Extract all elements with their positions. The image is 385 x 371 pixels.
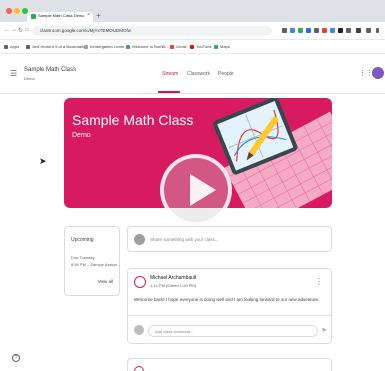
video-play-button[interactable] <box>160 154 232 226</box>
class-comment-input[interactable]: Add class comment... <box>148 325 318 337</box>
forward-icon[interactable]: → <box>11 27 17 33</box>
bookmark-item[interactable]: Welcome to BurNit... <box>126 44 169 49</box>
class-section: Demo <box>24 76 35 81</box>
bookmark-apps[interactable]: Apps <box>4 44 19 49</box>
class-name[interactable]: Sample Math Class <box>24 67 76 73</box>
url-input[interactable]: classroom.google.com/c/MjYxTEMOUDMOfw <box>32 26 272 36</box>
main-menu-icon[interactable]: ☰ <box>10 69 17 78</box>
classroom-header: ☰ Sample Math Class Demo Stream Classwor… <box>0 54 385 94</box>
author-avatar <box>134 276 146 288</box>
announcement-post: Michael Archambault 1:14 PM (Edited 1:26… <box>127 268 332 344</box>
post-author: Michael Archambault <box>150 275 197 281</box>
send-icon[interactable]: ➤ <box>321 326 327 334</box>
banner-class-title: Sample Math Class <box>72 112 194 128</box>
new-tab-button[interactable]: + <box>96 11 101 20</box>
tab-close-icon[interactable]: × <box>87 12 90 18</box>
post-body: Welcome back! I hope everyone is doing w… <box>134 297 320 302</box>
share-placeholder: Share something with your class... <box>150 237 219 242</box>
bookmark-item[interactable]: Kindergarten Learn... <box>84 44 128 49</box>
view-all-link[interactable]: View all <box>98 279 113 284</box>
bookmark-maps[interactable]: Maps <box>214 44 230 49</box>
browser-tab[interactable]: Sample Math Class Demo × <box>27 12 93 22</box>
back-icon[interactable]: ← <box>4 27 10 33</box>
upcoming-due: Due Tuesday <box>71 255 95 260</box>
commenter-avatar <box>134 325 144 335</box>
bookmarks-bar: Apps Jedi Horse'd 5 of a Bookmarks Kinde… <box>0 40 385 54</box>
extension-icon[interactable] <box>330 28 335 33</box>
profile-icon[interactable] <box>366 28 371 33</box>
star-icon[interactable] <box>282 28 287 33</box>
upcoming-title: Upcoming <box>71 237 94 243</box>
apps-grid-icon[interactable]: ⋮⋮ <box>359 69 373 77</box>
browser-tab-strip: Sample Math Class Demo × + <box>0 0 385 22</box>
bookmark-item[interactable]: Jedi Horse'd 5 of a Bookmarks <box>26 44 86 49</box>
reload-icon[interactable]: ↻ <box>18 27 23 34</box>
announcement-post-partial <box>127 358 332 371</box>
close-window-icon[interactable] <box>6 8 12 14</box>
upcoming-card: Upcoming Due Tuesday 8:59 PM – Sample As… <box>64 226 120 296</box>
account-avatar[interactable] <box>372 67 384 79</box>
tab-title: Sample Math Class Demo <box>38 13 85 18</box>
tab-classwork[interactable]: Classwork <box>187 71 210 77</box>
tab-stream[interactable]: Stream <box>162 71 178 77</box>
extension-icon[interactable] <box>356 28 361 33</box>
extension-icon[interactable] <box>338 28 343 33</box>
mouse-cursor-icon: ➤ <box>39 156 47 166</box>
upcoming-assignment-link[interactable]: 8:59 PM – Sample Assign... <box>71 262 120 267</box>
play-icon <box>190 174 216 206</box>
post-timestamp: 1:14 PM (Edited 1:26 PM) <box>150 283 197 288</box>
help-icon[interactable]: ? <box>12 354 20 362</box>
bookmark-gmail[interactable]: Gmail <box>170 44 186 49</box>
browser-menu-icon[interactable] <box>376 28 379 33</box>
classroom-favicon-icon <box>31 14 36 19</box>
url-text: classroom.google.com/c/MjYxTEMOUDMOfw <box>40 28 132 33</box>
extension-icon[interactable] <box>290 28 295 33</box>
comment-placeholder: Add class comment... <box>155 329 194 334</box>
user-avatar <box>134 234 145 245</box>
home-icon[interactable]: ⌂ <box>25 27 29 33</box>
active-tab-indicator <box>158 91 180 93</box>
address-bar: ← → ↻ ⌂ classroom.google.com/c/MjYxTEMOU… <box>0 22 385 40</box>
divider <box>128 315 331 316</box>
bookmark-youtube[interactable]: YouTube <box>190 44 212 49</box>
extension-icon[interactable] <box>298 28 303 33</box>
more-options-icon[interactable]: ⋮ <box>315 277 323 286</box>
tab-people[interactable]: People <box>218 71 234 77</box>
author-avatar <box>134 366 144 371</box>
minimize-window-icon[interactable] <box>14 8 20 14</box>
extension-icon[interactable] <box>314 28 319 33</box>
extension-icon[interactable] <box>306 28 311 33</box>
extension-icon[interactable] <box>346 28 351 33</box>
share-with-class-box[interactable]: Share something with your class... <box>127 226 332 252</box>
banner-class-section: Demo <box>72 132 91 139</box>
extension-icon[interactable] <box>322 28 327 33</box>
